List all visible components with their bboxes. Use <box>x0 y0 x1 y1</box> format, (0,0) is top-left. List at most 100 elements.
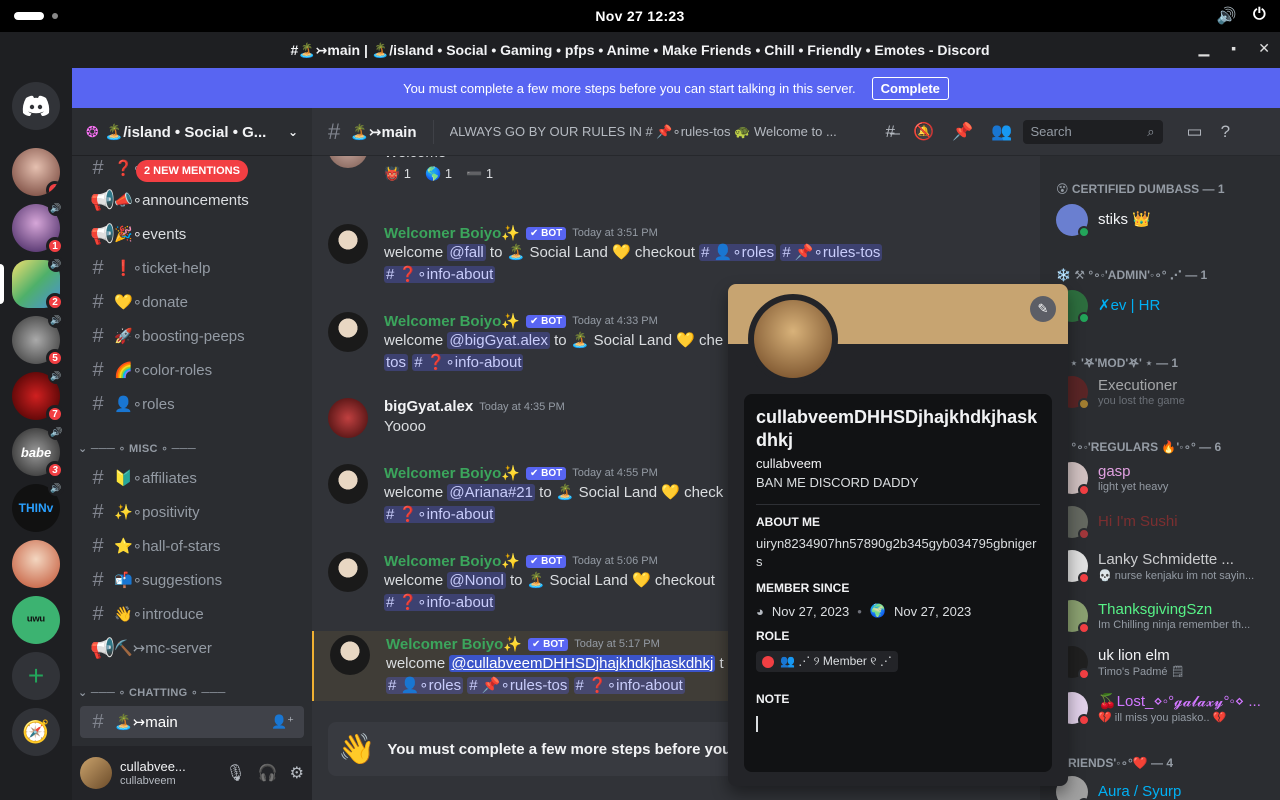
message-author[interactable]: Welcomer Boiyo✨ <box>384 312 520 330</box>
minimize-button[interactable]: ▁ <box>1199 40 1210 57</box>
avatar[interactable] <box>328 312 368 352</box>
message-author[interactable]: Welcomer Boiyo✨ <box>384 224 520 242</box>
microphone-icon[interactable]: 🎙 <box>225 763 245 783</box>
invite-icon[interactable]: 👤⁺ <box>271 714 294 730</box>
channel-mention[interactable]: # 📌∘rules-tos <box>467 677 570 694</box>
channel-main[interactable]: # 🏝️↣main 👤⁺ <box>80 706 304 738</box>
channel-mention[interactable]: # ❓∘info-about <box>384 506 496 523</box>
channel-mention[interactable]: # ❓∘info-about <box>573 677 685 694</box>
reaction[interactable]: 👹 1 <box>384 166 411 182</box>
help-icon[interactable]: ? <box>1221 122 1230 142</box>
member-item[interactable]: gasp light yet heavy <box>1056 458 1276 498</box>
user-mention[interactable]: @Ariana#21 <box>447 484 535 501</box>
message-author[interactable]: Welcomer Boiyo✨ <box>384 464 520 482</box>
channel-topic[interactable]: ALWAYS GO BY OUR RULES IN # 📌∘rules-tos … <box>450 124 870 140</box>
channel-mention[interactable]: # 👤∘roles <box>699 244 777 261</box>
member-item[interactable]: uk lion elm Timo's Padmé 🗒 <box>1056 642 1276 682</box>
clock[interactable]: Nov 27 12:23 <box>595 8 684 24</box>
server-header[interactable]: ❂ 🏝️/island • Social • G... ⌄ <box>72 108 312 156</box>
threads-icon[interactable]: #̶ <box>886 122 895 142</box>
user-mention[interactable]: @bigGyat.alex <box>447 332 550 349</box>
power-icon[interactable]: ⏻ <box>1253 6 1266 26</box>
mute-bell-icon[interactable]: 🔕 <box>913 122 934 142</box>
reaction[interactable]: ➖ 1 <box>466 166 493 182</box>
channel-mc-server[interactable]: 📢 ⛏️↣mc-server <box>80 632 304 664</box>
avatar[interactable] <box>328 398 368 438</box>
user-mention[interactable]: @fall <box>447 244 486 261</box>
avatar[interactable] <box>80 757 112 789</box>
inbox-icon[interactable]: ▭ <box>1187 122 1203 142</box>
server-icon-2[interactable]: 🔊 1 <box>12 200 64 255</box>
member-item[interactable]: Lanky Schmidette ... 💀 nurse kenjaku im n… <box>1056 546 1276 586</box>
message-author[interactable]: Welcomer Boiyo✨ <box>384 552 520 570</box>
reaction[interactable]: 🌎 1 <box>425 166 452 182</box>
avatar[interactable] <box>328 552 368 592</box>
server-icon-8[interactable] <box>12 540 60 588</box>
server-icon-1[interactable]: 4 <box>12 148 60 196</box>
message-author[interactable]: Welcomer Boiyo✨ <box>386 635 522 653</box>
profile-avatar[interactable] <box>748 294 838 384</box>
channel-mention[interactable]: # ❓∘info-about <box>412 354 524 371</box>
avatar[interactable] <box>328 224 368 264</box>
pin-icon[interactable]: 📌 <box>952 122 973 142</box>
members-icon[interactable]: 👥 <box>991 122 1012 142</box>
volume-icon[interactable]: 🔊 <box>1217 6 1237 26</box>
channel-hall-of-stars[interactable]: # ⭐∘hall-of-stars <box>80 530 304 562</box>
server-icon-island[interactable]: 🔊 2 <box>12 256 64 311</box>
channel-mention[interactable]: # 📌∘rules-tos <box>780 244 883 261</box>
avatar[interactable] <box>328 464 368 504</box>
channel-positivity[interactable]: # ✨∘positivity <box>80 496 304 528</box>
discord-home-button[interactable] <box>12 82 60 130</box>
channel-boosting-peeps[interactable]: # 🚀∘boosting-peeps <box>80 320 304 352</box>
member-item[interactable]: ThanksgivingSzn Im Chilling ninja remembe… <box>1056 596 1276 636</box>
activities-indicator[interactable] <box>14 12 58 20</box>
user-mention[interactable]: @cullabveemDHHSDjhajkhdkjhaskdhkj <box>449 655 716 672</box>
channel-events[interactable]: 📢 🎉∘events <box>80 218 304 250</box>
user-mention[interactable]: @Nonol <box>447 572 506 589</box>
server-icon-uwu[interactable]: ᵘʷᵘ <box>12 596 60 644</box>
role-pill[interactable]: 👥 ⋰ ୨ Member ୧ ⋰ <box>756 651 898 672</box>
channel-roles[interactable]: # 👤∘roles <box>80 388 304 420</box>
member-item[interactable]: Aura / Syurp <box>1056 772 1276 800</box>
message-author[interactable]: bigGyat.alex <box>384 398 473 415</box>
server-icon-4[interactable]: 🔊 5 <box>12 312 64 367</box>
channel-ticket-help[interactable]: # ❗∘ticket-help <box>80 252 304 284</box>
avatar[interactable] <box>330 635 370 675</box>
category-chatting[interactable]: ⌄ ─── ∘ CHATTING ∘ ─── <box>78 686 226 699</box>
headphones-icon[interactable]: 🎧 <box>258 763 278 783</box>
message-text: welcome <box>384 572 448 589</box>
member-item[interactable]: stiks 👑 <box>1056 200 1276 240</box>
complete-button[interactable]: Complete <box>871 76 949 100</box>
channel-introduce[interactable]: # 👋∘introduce <box>80 598 304 630</box>
channel-mention[interactable]: # ❓∘info-about <box>384 266 496 283</box>
channel-announcements[interactable]: 📢 📣∘announcements <box>80 184 304 216</box>
about-me-text: uiryn8234907hn57890g2b345gyb034795gbnige… <box>756 536 1037 569</box>
message-composer-locked[interactable]: 👋 You must complete a few more steps bef… <box>328 722 738 776</box>
channel-mention[interactable]: # 👤∘roles <box>386 677 464 694</box>
channel-color-roles[interactable]: # 🌈∘color-roles <box>80 354 304 386</box>
member-item[interactable]: 🍒Lost_⋄◦°𝓰𝓪𝓵𝓪𝔁𝔂°◦⋄ ... 💔 ill miss you pia… <box>1056 688 1276 728</box>
maximize-button[interactable]: ▪ <box>1231 40 1236 57</box>
timestamp: Today at 4:35 PM <box>479 400 565 413</box>
server-icon-5[interactable]: 🔊 7 <box>12 368 64 423</box>
channel-mention[interactable]: # ❓∘info-about <box>384 594 496 611</box>
gear-icon[interactable]: ⚙ <box>290 763 304 783</box>
add-server-button[interactable]: + <box>12 652 60 700</box>
explore-servers-button[interactable]: 🧭 <box>12 708 60 756</box>
channel-suggestions[interactable]: # 📬∘suggestions <box>80 564 304 596</box>
search-input[interactable]: Search ⌕ <box>1022 119 1163 144</box>
edit-profile-pencil-icon[interactable]: ✎ <box>1030 296 1056 322</box>
close-button[interactable]: ✕ <box>1258 40 1270 57</box>
member-item[interactable]: Hi I'm Sushi <box>1056 502 1276 542</box>
server-icon-babe[interactable]: babe 🔊 3 <box>12 424 64 479</box>
member-item[interactable]: ✗ev | HR <box>1056 286 1276 326</box>
channel-donate[interactable]: # 💛∘donate <box>80 286 304 318</box>
new-mentions-pill[interactable]: 2 NEW MENTIONS <box>136 160 248 182</box>
note-input[interactable] <box>756 716 758 732</box>
server-icon-thinv[interactable]: THINv 🔊 <box>12 480 64 532</box>
channel-affiliates[interactable]: # 🔰∘affiliates <box>80 462 304 494</box>
channel-mention[interactable]: tos <box>384 354 409 371</box>
avatar[interactable] <box>328 156 368 168</box>
category-misc[interactable]: ⌄ ─── ∘ MISC ∘ ─── <box>78 442 196 455</box>
member-item[interactable]: Executioner you lost the game <box>1056 372 1276 412</box>
